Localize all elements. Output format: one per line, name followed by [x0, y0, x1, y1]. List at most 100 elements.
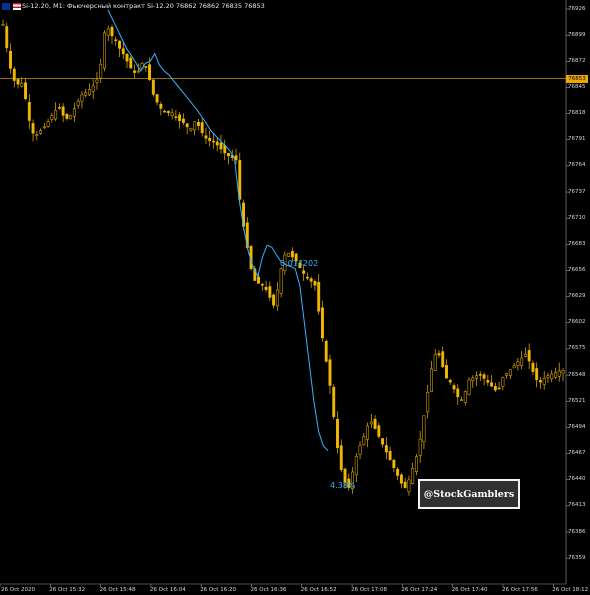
price-tick-label: 76737: [568, 188, 586, 195]
candle-body: [354, 456, 358, 476]
price-tick-label: 76845: [568, 83, 586, 90]
price-tick-label: 76683: [568, 240, 586, 247]
candle-body: [336, 419, 339, 449]
candle-body: [478, 374, 482, 376]
candle-body: [550, 373, 554, 380]
candle-body: [50, 115, 54, 120]
candle-body: [561, 370, 565, 374]
price-tick-label: 76629: [568, 293, 586, 300]
candle-body: [358, 445, 362, 455]
candle-body: [178, 114, 182, 121]
candle-body: [396, 468, 400, 476]
candle-body: [317, 282, 321, 312]
candle-body: [441, 351, 445, 368]
time-tick-label: 26 Oct 16:20: [200, 587, 237, 593]
candle-body: [215, 141, 219, 146]
candle-body: [1, 24, 5, 26]
price-tick-label: 76926: [568, 5, 586, 12]
candle-body: [57, 107, 61, 109]
watermark-badge: @StockGamblers: [418, 479, 520, 509]
candle-body: [302, 270, 306, 274]
candle-body: [373, 418, 377, 429]
candle-body: [212, 140, 215, 143]
candle-body: [482, 374, 486, 379]
candle-body: [76, 100, 80, 106]
candle-body: [204, 135, 208, 139]
candle-body: [125, 53, 129, 62]
candle-body: [471, 377, 475, 381]
candle-body: [381, 438, 385, 445]
moving-average-line: [107, 9, 329, 451]
candle-body: [313, 281, 317, 286]
time-tick-label: 26 Oct 17:08: [351, 587, 387, 593]
price-tick-label: 76791: [568, 136, 586, 143]
candle-body: [305, 276, 309, 279]
candle-body: [475, 375, 479, 379]
candle-body: [366, 425, 370, 440]
time-tick-label: 26 Oct 17:56: [502, 587, 538, 593]
price-tick-label: 76872: [568, 57, 586, 64]
price-tick-label: 76494: [568, 423, 586, 430]
price-tick-label: 76548: [568, 371, 586, 378]
candle-body: [166, 110, 170, 114]
candle-body: [151, 79, 155, 95]
candle-body: [369, 421, 373, 425]
candle-body: [84, 92, 88, 96]
candle-body: [16, 79, 20, 85]
candle-body: [227, 153, 230, 157]
candle-body: [452, 385, 456, 390]
candle-body: [516, 361, 520, 367]
candle-body: [433, 354, 437, 371]
candle-body: [407, 479, 411, 492]
candle-body: [219, 142, 223, 150]
candle-body: [133, 70, 136, 73]
candle-body: [535, 368, 539, 381]
candle-body: [193, 121, 197, 131]
candle-body: [557, 370, 561, 377]
price-tick-label: 76386: [568, 528, 586, 535]
candle-body: [65, 113, 69, 119]
candle-body: [136, 70, 140, 73]
candle-body: [467, 379, 471, 395]
current-price-tag: 76853: [566, 74, 588, 83]
candlestick-series: [1, 19, 565, 496]
candle-body: [501, 377, 505, 387]
price-tick-label: 76710: [568, 214, 586, 221]
candle-body: [103, 32, 106, 69]
price-tick-label: 76413: [568, 502, 586, 509]
candle-body: [321, 307, 324, 339]
candle-body: [91, 85, 95, 92]
candle-body: [163, 110, 167, 113]
candle-body: [110, 26, 114, 37]
candle-body: [42, 126, 46, 129]
candle-body: [279, 268, 283, 294]
candle-body: [437, 353, 441, 356]
time-tick-label: 26 Oct 17:40: [451, 587, 488, 593]
price-tick-label: 76818: [568, 110, 586, 117]
candle-body: [384, 445, 388, 453]
eu-flag-icon: [2, 2, 10, 10]
candle-body: [9, 50, 12, 69]
candle-body: [24, 82, 28, 99]
candle-body: [272, 294, 276, 306]
candle-body: [27, 101, 31, 121]
time-tick-label: 26 Oct 2020: [1, 587, 36, 593]
time-tick-label: 26 Oct 18:12: [552, 587, 589, 593]
candle-body: [39, 130, 43, 134]
price-tick-label: 76575: [568, 345, 586, 352]
candle-body: [328, 359, 332, 386]
candle-body: [418, 438, 422, 456]
candle-body: [99, 64, 103, 79]
upper-annotation: 0.014202: [280, 259, 319, 268]
lower-annotation: 4.38%: [330, 481, 356, 490]
candle-body: [87, 89, 91, 96]
candle-body: [121, 48, 125, 55]
candle-body: [69, 115, 73, 120]
time-tick-label: 26 Oct 16:04: [149, 587, 186, 593]
candle-body: [54, 110, 58, 120]
candle-body: [445, 365, 448, 379]
time-tick-label: 26 Oct 17:24: [401, 587, 438, 593]
price-tick-label: 76440: [568, 476, 586, 483]
candle-body: [106, 28, 110, 36]
candle-body: [531, 362, 535, 372]
